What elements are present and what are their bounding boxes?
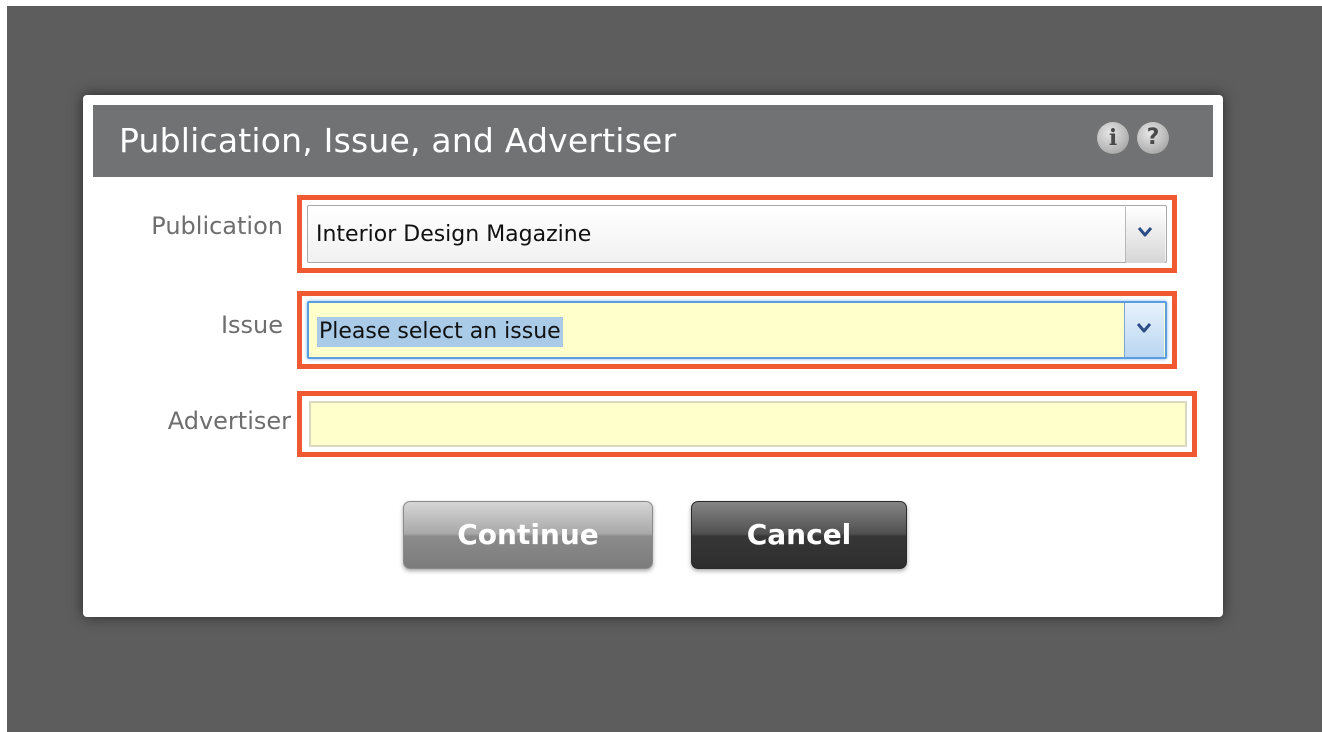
dialog-titlebar: Publication, Issue, and Advertiser i ? <box>93 105 1213 177</box>
chevron-down-icon <box>1138 227 1152 237</box>
issue-dropdown-button[interactable] <box>1124 303 1164 357</box>
publication-select-value: Interior Design Magazine <box>316 222 592 247</box>
continue-button[interactable]: Continue <box>403 501 653 569</box>
issue-label: Issue <box>220 311 283 339</box>
chevron-down-icon <box>1137 323 1151 333</box>
help-icon[interactable]: ? <box>1136 121 1170 155</box>
issue-select-value: Please select an issue <box>317 317 563 347</box>
dialog-title: Publication, Issue, and Advertiser <box>119 121 677 160</box>
advertiser-label: Advertiser <box>167 407 291 435</box>
advertiser-input[interactable] <box>309 401 1187 447</box>
issue-select[interactable]: Please select an issue <box>307 301 1167 359</box>
publication-dropdown-button[interactable] <box>1125 207 1165 263</box>
publication-select[interactable]: Interior Design Magazine <box>307 205 1167 263</box>
publication-dialog: Publication, Issue, and Advertiser i ? P… <box>83 95 1223 617</box>
cancel-button[interactable]: Cancel <box>691 501 907 569</box>
info-icon[interactable]: i <box>1096 121 1130 155</box>
publication-label: Publication <box>151 212 283 240</box>
